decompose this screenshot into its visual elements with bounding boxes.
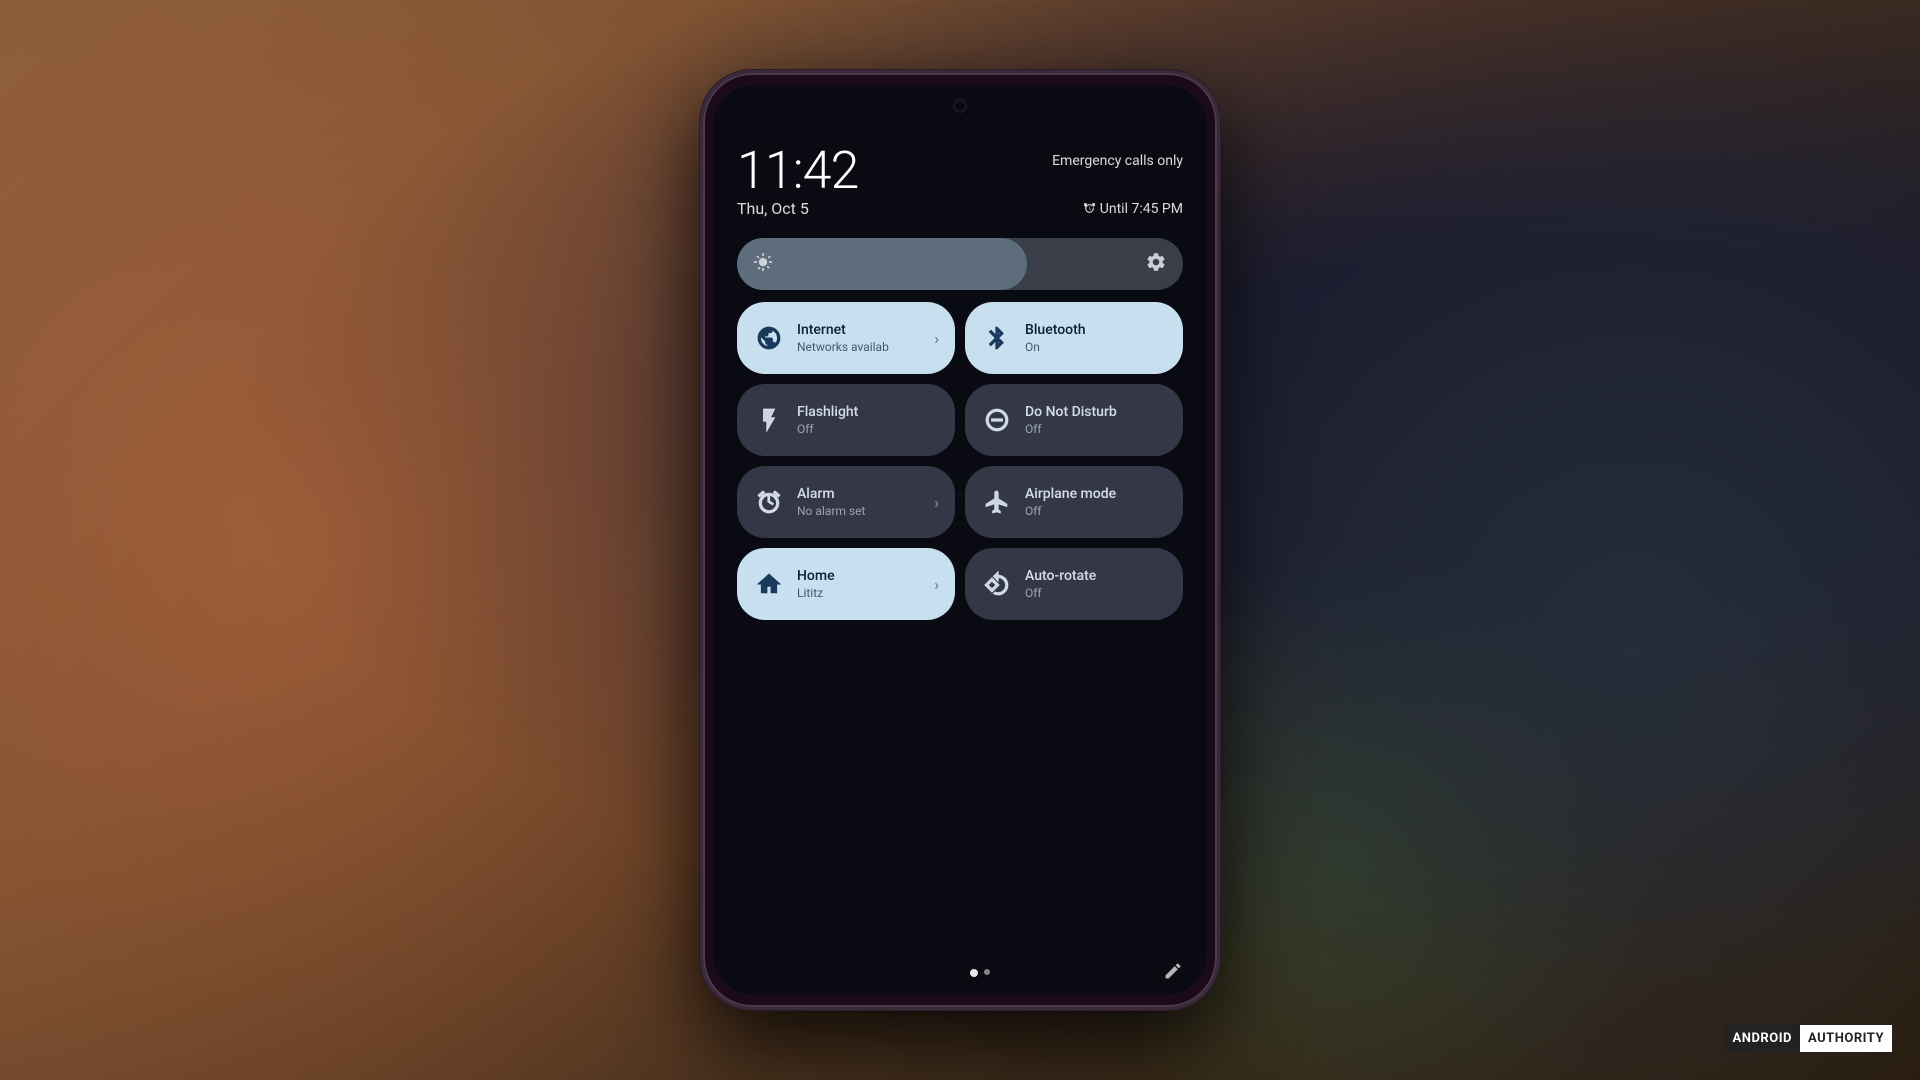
autorotate-title: Auto-rotate (1025, 568, 1167, 585)
tiles-row-4: Home Lititz › Auto-rotate (737, 548, 1183, 620)
dnd-subtitle: Off (1025, 422, 1167, 436)
quick-settings-grid: Internet Networks availab › Bluetooth (737, 302, 1183, 620)
dnd-tile[interactable]: Do Not Disturb Off (965, 384, 1183, 456)
bottom-navigation (713, 969, 1207, 977)
flashlight-tile[interactable]: Flashlight Off (737, 384, 955, 456)
autorotate-tile[interactable]: Auto-rotate Off (965, 548, 1183, 620)
flashlight-icon (753, 404, 785, 436)
alarm-tile-icon (753, 486, 785, 518)
volume-up-button (700, 313, 703, 413)
home-icon (753, 568, 785, 600)
page-dot-1 (970, 969, 978, 977)
watermark-authority-text: AUTHORITY (1800, 1025, 1892, 1052)
alarm-subtitle: No alarm set (797, 504, 922, 518)
emergency-calls-text: Emergency calls only (1052, 153, 1183, 169)
date-text: Thu, Oct 5 (737, 199, 809, 218)
dnd-icon (981, 404, 1013, 436)
airplane-icon (981, 486, 1013, 518)
bluetooth-title: Bluetooth (1025, 322, 1167, 339)
time-section: 11:42 Emergency calls only Thu, Oct 5 Un… (737, 145, 1183, 218)
volume-button (1217, 353, 1220, 443)
power-button (1217, 273, 1220, 333)
time-row: 11:42 Emergency calls only (737, 145, 1183, 197)
alarm-title: Alarm (797, 486, 922, 503)
home-tile[interactable]: Home Lititz › (737, 548, 955, 620)
alarm-until-text: Until 7:45 PM (1100, 201, 1183, 217)
alarm-tile-text: Alarm No alarm set (797, 486, 922, 518)
bluetooth-tile[interactable]: Bluetooth On (965, 302, 1183, 374)
alarm-chevron: › (934, 493, 939, 512)
brightness-fill (737, 238, 1027, 290)
internet-tile[interactable]: Internet Networks availab › (737, 302, 955, 374)
autorotate-icon (981, 568, 1013, 600)
home-subtitle: Lititz (797, 586, 922, 600)
brightness-icon (753, 252, 773, 277)
brightness-slider[interactable] (737, 238, 1183, 290)
phone-screen: 11:42 Emergency calls only Thu, Oct 5 Un… (713, 85, 1207, 995)
watermark-android-text: ANDROID (1725, 1025, 1800, 1052)
date-row: Thu, Oct 5 Until 7:45 PM (737, 199, 1183, 218)
internet-icon (753, 322, 785, 354)
airplane-subtitle: Off (1025, 504, 1167, 518)
airplane-tile[interactable]: Airplane mode Off (965, 466, 1183, 538)
page-dot-2 (984, 969, 990, 975)
tiles-row-1: Internet Networks availab › Bluetooth (737, 302, 1183, 374)
autorotate-subtitle: Off (1025, 586, 1167, 600)
internet-title: Internet (797, 322, 922, 339)
edit-button[interactable] (1163, 961, 1183, 986)
tiles-row-3: Alarm No alarm set › Airplane mode (737, 466, 1183, 538)
bluetooth-icon (981, 322, 1013, 354)
home-title: Home (797, 568, 922, 585)
dnd-tile-text: Do Not Disturb Off (1025, 404, 1167, 436)
phone-device: 11:42 Emergency calls only Thu, Oct 5 Un… (700, 70, 1220, 1010)
camera-notch (953, 99, 967, 113)
bluetooth-tile-text: Bluetooth On (1025, 322, 1167, 354)
flashlight-subtitle: Off (797, 422, 939, 436)
notification-panel: 11:42 Emergency calls only Thu, Oct 5 Un… (713, 85, 1207, 995)
tiles-row-2: Flashlight Off Do Not Disturb Off (737, 384, 1183, 456)
alarm-time-info: Until 7:45 PM (1083, 201, 1183, 217)
dnd-title: Do Not Disturb (1025, 404, 1167, 421)
bluetooth-subtitle: On (1025, 340, 1167, 354)
settings-icon[interactable] (1145, 251, 1167, 278)
internet-tile-text: Internet Networks availab (797, 322, 922, 354)
phone-frame: 11:42 Emergency calls only Thu, Oct 5 Un… (700, 70, 1220, 1010)
clock-time: 11:42 (737, 145, 858, 197)
internet-subtitle: Networks availab (797, 340, 922, 354)
alarm-tile[interactable]: Alarm No alarm set › (737, 466, 955, 538)
airplane-title: Airplane mode (1025, 486, 1167, 503)
internet-chevron: › (934, 329, 939, 348)
airplane-tile-text: Airplane mode Off (1025, 486, 1167, 518)
flashlight-tile-text: Flashlight Off (797, 404, 939, 436)
watermark: ANDROID AUTHORITY (1725, 1025, 1892, 1052)
flashlight-title: Flashlight (797, 404, 939, 421)
autorotate-tile-text: Auto-rotate Off (1025, 568, 1167, 600)
alarm-icon (1083, 202, 1096, 215)
home-chevron: › (934, 575, 939, 594)
page-dots (930, 969, 990, 977)
home-tile-text: Home Lititz (797, 568, 922, 600)
